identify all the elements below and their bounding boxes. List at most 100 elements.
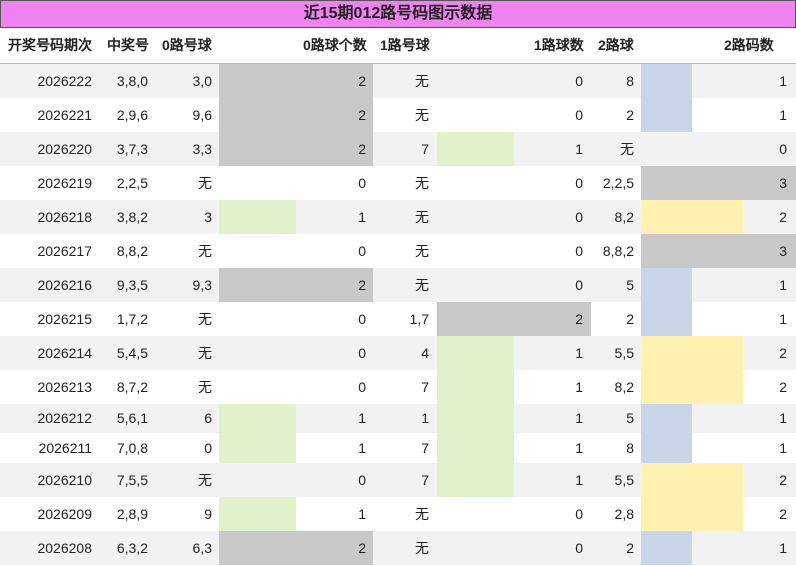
route0-count-cell: 1 [358,506,366,522]
table-row: 2026215 1,7,2 无 0 1,7 2 2 1 [0,302,796,336]
route1-balls-cell: 无 [415,540,429,556]
winning-number-cell: 6,3,2 [116,540,148,556]
route2-balls-cell: 5,5 [614,345,634,361]
issue-cell: 2026209 [37,506,92,522]
route1-count-cell: 1 [575,472,583,488]
route0-count-bar [219,433,296,463]
route2-count-cell: 3 [779,175,787,191]
route2-count-bar [641,531,692,565]
header-winning-number: 中奖号 [107,37,149,53]
route0-count-bar [219,98,373,132]
table-row: 2026211 7,0,8 0 1 7 1 8 1 [0,433,796,463]
route2-count-bar [641,336,743,370]
route0-count-cell: 0 [358,311,366,327]
route2-count-bar [641,404,692,433]
route1-count-cell: 0 [575,277,583,293]
route1-count-cell: 2 [575,311,583,327]
table-row: 2026210 7,5,5 无 0 7 1 5,5 2 [0,463,796,497]
table-row: 2026220 3,7,3 3,3 2 7 1 无 0 [0,132,796,166]
route0-count-cell: 0 [358,379,366,395]
route2-count-bar [641,64,692,98]
route1-count-cell: 1 [575,440,583,456]
route2-count-cell: 2 [779,506,787,522]
issue-cell: 2026208 [37,540,92,556]
route2-count-bar [641,98,692,132]
header-route1-count: 1路球数 [534,37,584,53]
route0-balls-cell: 3,0 [192,73,212,89]
route2-balls-cell: 5 [626,410,634,426]
route1-count-cell: 0 [575,107,583,123]
route2-count-cell: 1 [779,107,787,123]
route0-count-cell: 2 [358,277,366,293]
route2-count-cell: 1 [779,440,787,456]
winning-number-cell: 3,7,3 [116,141,148,157]
route0-balls-cell: 无 [198,379,212,395]
winning-number-cell: 9,3,5 [116,277,148,293]
issue-cell: 2026218 [37,209,92,225]
issue-cell: 2026213 [37,379,92,395]
issue-cell: 2026219 [37,175,92,191]
header-route0-balls: 0路号球 [162,37,212,53]
route2-count-bar [641,497,743,531]
route2-balls-cell: 8 [626,73,634,89]
route0-count-cell: 1 [358,440,366,456]
route2-count-bar [641,370,743,404]
table-row: 2026216 9,3,5 9,3 2 无 0 5 1 [0,268,796,302]
route1-count-bar [437,404,514,433]
route1-count-cell: 0 [575,73,583,89]
route1-balls-cell: 无 [415,175,429,191]
route1-count-cell: 0 [575,540,583,556]
issue-cell: 2026222 [37,73,92,89]
route1-balls-cell: 7 [421,472,429,488]
issue-cell: 2026211 [38,440,92,456]
table-row: 2026213 8,7,2 无 0 7 1 8,2 2 [0,370,796,404]
route1-count-bar [437,302,591,336]
route2-count-bar [641,166,796,200]
route2-balls-cell: 5 [626,277,634,293]
issue-cell: 2026216 [37,277,92,293]
winning-number-cell: 2,2,5 [116,175,148,191]
route1-count-bar [437,370,514,404]
issue-cell: 2026215 [37,311,92,327]
route1-balls-cell: 1 [421,410,429,426]
route2-count-cell: 3 [779,243,787,259]
header-issue: 开奖号码期次 [8,37,92,53]
route0-balls-cell: 无 [198,472,212,488]
header-route2-count: 2路码数 [724,37,774,53]
winning-number-cell: 5,4,5 [116,345,148,361]
winning-number-cell: 1,7,2 [116,311,148,327]
issue-cell: 2026214 [37,345,92,361]
header-route2-balls: 2路球 [598,37,634,53]
route0-balls-cell: 无 [198,311,212,327]
route2-count-bar [641,234,796,268]
route1-count-cell: 0 [575,175,583,191]
issue-cell: 2026220 [37,141,92,157]
route2-balls-cell: 2 [626,107,634,123]
winning-number-cell: 2,9,6 [116,107,148,123]
route0-count-cell: 1 [358,410,366,426]
route1-balls-cell: 7 [421,440,429,456]
route1-count-cell: 0 [575,243,583,259]
route1-balls-cell: 无 [415,73,429,89]
route2-balls-cell: 8,8,2 [602,243,634,259]
route0-count-cell: 1 [358,209,366,225]
route0-count-bar [219,200,296,234]
route0-count-bar [219,404,296,433]
route2-count-cell: 1 [779,277,787,293]
route1-count-cell: 0 [575,506,583,522]
winning-number-cell: 3,8,2 [116,209,148,225]
route2-balls-cell: 8,2 [614,379,634,395]
route0-count-cell: 0 [358,345,366,361]
route2-balls-cell: 2 [626,540,634,556]
route2-count-bar [641,302,692,336]
route0-balls-cell: 无 [198,243,212,259]
route2-balls-cell: 2 [626,311,634,327]
route2-count-bar [641,268,692,302]
table-row: 2026218 3,8,2 3 1 无 0 8,2 2 [0,200,796,234]
table-row: 2026217 8,8,2 无 0 无 0 8,8,2 3 [0,234,796,268]
route0-count-bar [219,531,373,565]
table-title: 近15期012路号码图示数据 [0,0,796,28]
route2-balls-cell: 无 [620,141,634,157]
route2-count-cell: 1 [779,540,787,556]
route2-count-bar [641,463,743,497]
